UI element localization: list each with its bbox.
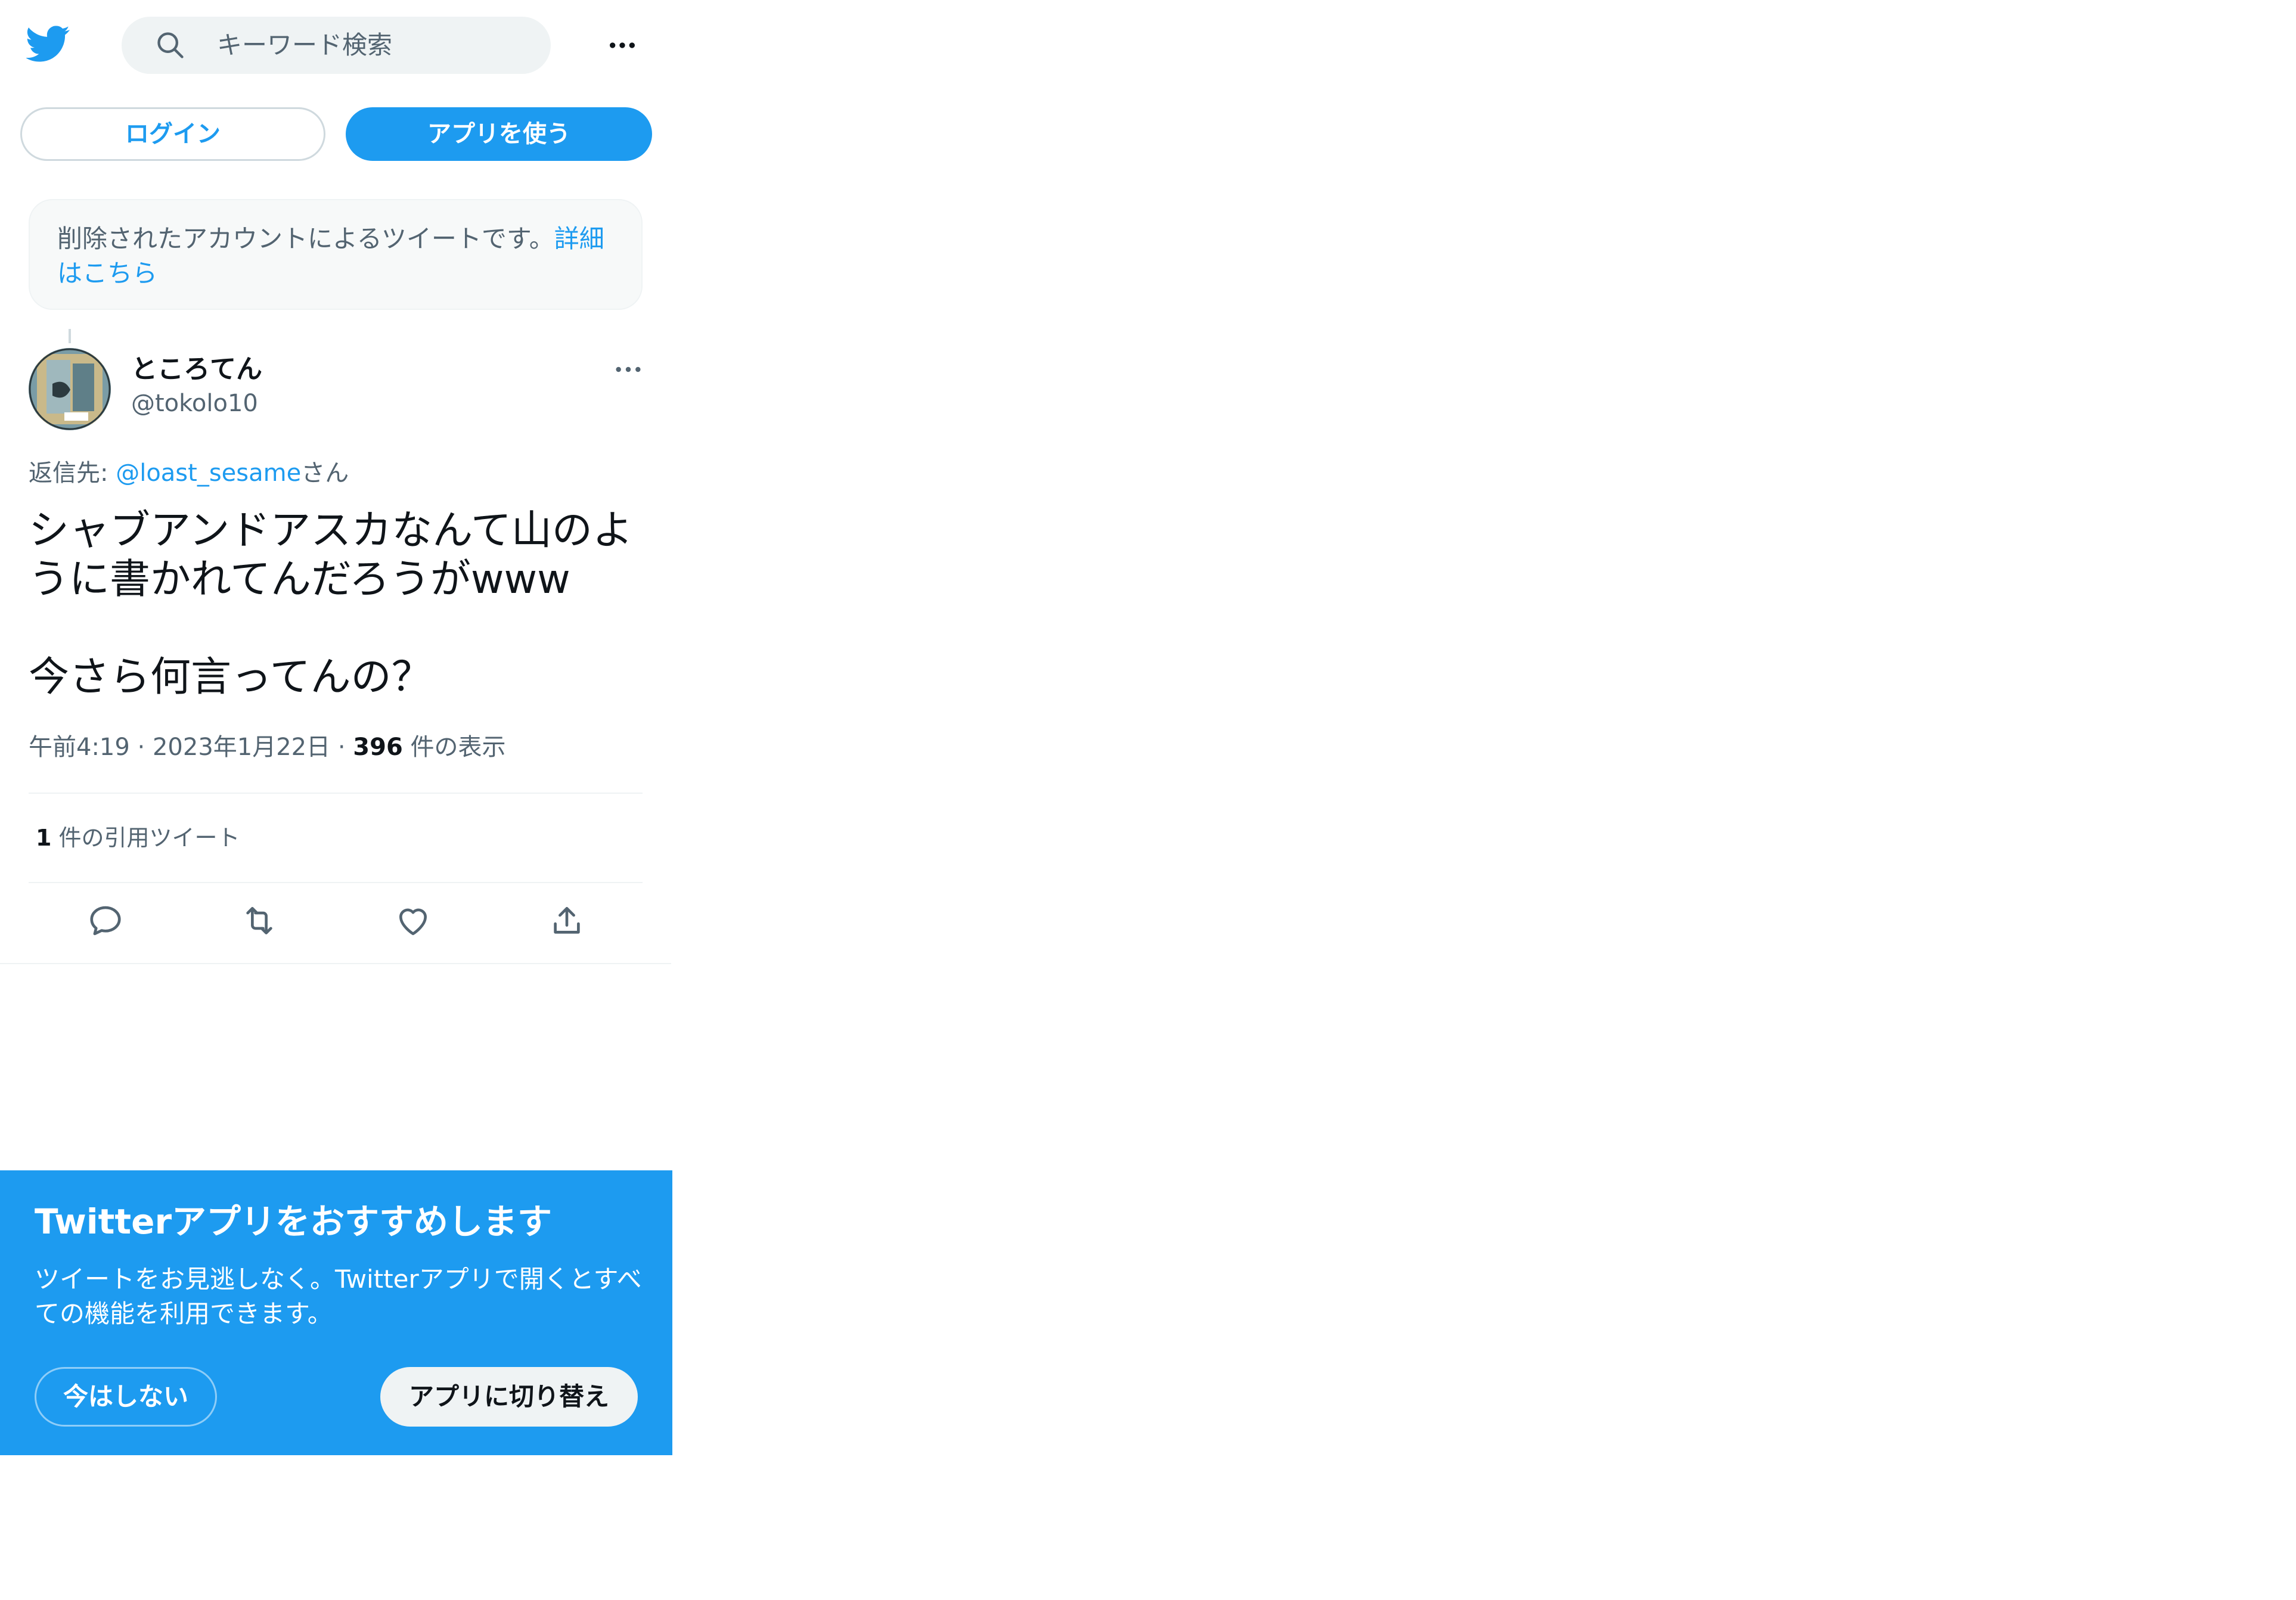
tweet-time[interactable]: 午前4:19 bbox=[29, 734, 130, 761]
tweet-more-icon[interactable] bbox=[612, 353, 645, 386]
share-icon[interactable] bbox=[548, 902, 585, 939]
app-promo-banner: Twitterアプリをおすすめします ツイートをお見逃しなく。Twitterアプ… bbox=[0, 1170, 672, 1455]
use-app-button[interactable]: アプリを使う bbox=[346, 107, 652, 161]
reply-context: 返信先: @loast_sesameさん bbox=[29, 456, 349, 490]
quote-label: 件の引用ツイート bbox=[58, 825, 240, 851]
tweet-date[interactable]: 2023年1月22日 bbox=[153, 734, 330, 761]
search-placeholder: キーワード検索 bbox=[217, 30, 393, 60]
login-button[interactable]: ログイン bbox=[20, 107, 325, 161]
thread-connector bbox=[69, 329, 71, 343]
retweet-icon[interactable] bbox=[241, 902, 278, 939]
promo-description: ツイートをお見逃しなく。Twitterアプリで開くとすべての機能を利用できます。 bbox=[35, 1265, 642, 1328]
tweet-meta: 午前4:19 · 2023年1月22日 · 396 件の表示 bbox=[29, 734, 506, 761]
search-input[interactable]: キーワード検索 bbox=[122, 17, 551, 74]
more-horizontal-icon[interactable] bbox=[606, 29, 639, 62]
promo-title: Twitterアプリをおすすめします bbox=[35, 1201, 553, 1242]
divider bbox=[29, 882, 643, 883]
quote-count: 1 bbox=[36, 825, 52, 851]
search-icon bbox=[157, 32, 184, 58]
tweet-text: シャブアンドアスカなんて山のように書かれてんだろうがwww 今さら何言ってんの？ bbox=[29, 507, 633, 701]
views-label: 件の表示 bbox=[410, 734, 506, 761]
top-bar: キーワード検索 bbox=[0, 0, 672, 89]
reply-prefix: 返信先: bbox=[29, 459, 116, 487]
like-icon[interactable] bbox=[395, 902, 432, 939]
display-name[interactable]: ところてん bbox=[131, 353, 262, 386]
user-handle[interactable]: @tokolo10 bbox=[131, 387, 258, 420]
reply-icon[interactable] bbox=[87, 902, 124, 939]
not-now-button[interactable]: 今はしない bbox=[35, 1367, 217, 1427]
deleted-notice-text: 削除されたアカウントによるツイートです。 bbox=[57, 224, 554, 253]
reply-mention-link[interactable]: @loast_sesame bbox=[116, 459, 301, 487]
avatar[interactable] bbox=[29, 348, 111, 430]
reply-suffix: さん bbox=[301, 459, 349, 487]
avatar-image bbox=[29, 348, 111, 430]
twitter-bird-icon[interactable] bbox=[26, 21, 70, 66]
tweet-actions bbox=[29, 902, 643, 944]
divider bbox=[29, 793, 643, 794]
views-count: 396 bbox=[353, 734, 403, 761]
divider bbox=[0, 963, 671, 964]
deleted-tweet-notice: 削除されたアカウントによるツイートです。詳細はこちら bbox=[29, 199, 643, 310]
switch-to-app-button[interactable]: アプリに切り替え bbox=[380, 1367, 638, 1427]
quote-tweets-link[interactable]: 1 件の引用ツイート bbox=[36, 821, 240, 855]
